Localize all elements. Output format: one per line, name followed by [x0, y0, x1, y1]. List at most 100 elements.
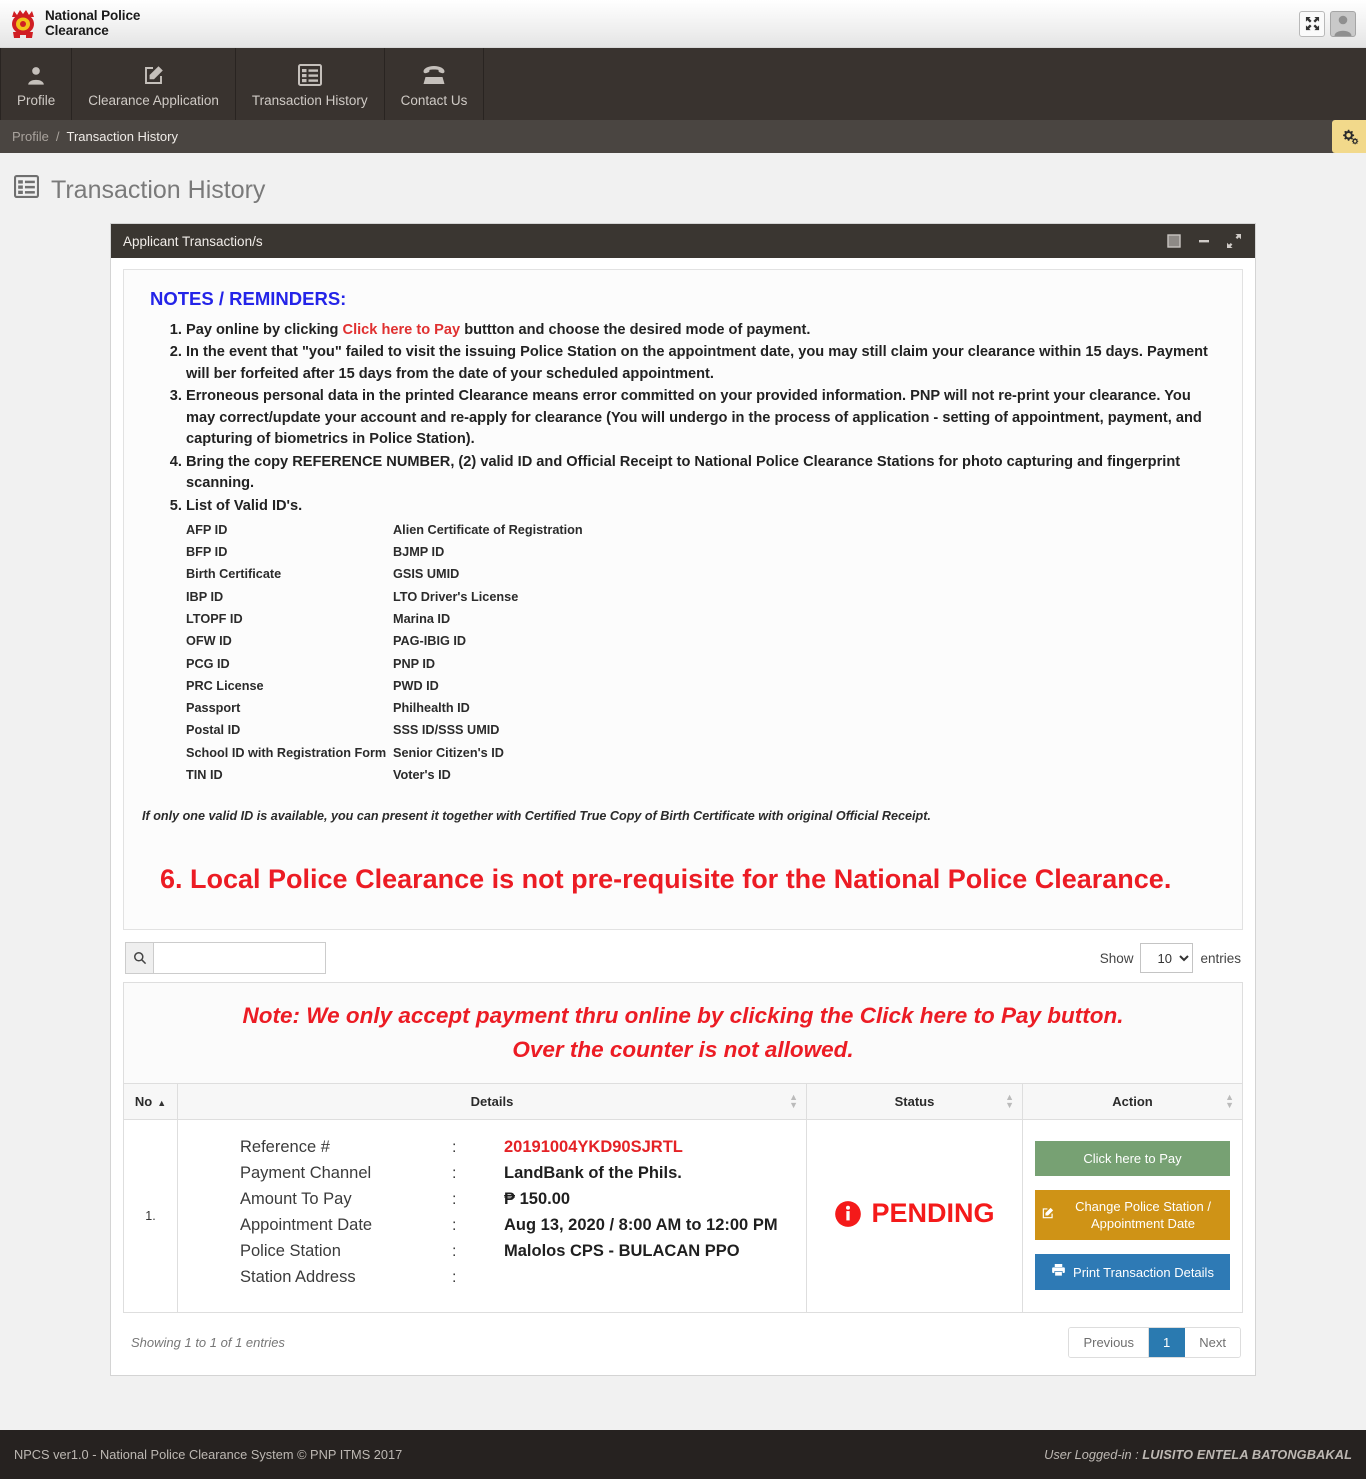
sort-ascending-icon: ▲	[157, 1097, 167, 1108]
breadcrumb-current: Transaction History	[66, 129, 178, 144]
nav-item-transaction-history[interactable]: Transaction History	[236, 48, 385, 120]
nav-item-profile[interactable]: Profile	[0, 48, 73, 120]
change-police-station-appointment-button[interactable]: Change Police Station / Appointment Date	[1035, 1189, 1230, 1241]
breadcrumb: Profile / Transaction History	[0, 120, 1366, 153]
valid-id-right: BJMP ID	[393, 545, 445, 560]
table-body: 1. Reference #: 20191004YKD90SJRTL Payment …	[123, 1118, 1243, 1313]
printer-icon	[1051, 1263, 1066, 1281]
detail-colon: :	[452, 1138, 457, 1156]
panel-header: Applicant Transaction/s	[111, 224, 1255, 258]
detail-colon: :	[452, 1190, 457, 1208]
detail-row: Police Station: Malolos CPS - BULACAN PPO	[240, 1242, 796, 1261]
note-item-2: In the event that "you" failed to visit …	[186, 342, 1212, 385]
valid-id-left: School ID with Registration Form	[186, 745, 387, 760]
row-index: 1.	[123, 1118, 178, 1313]
note-item-3: Erroneous personal data in the printed C…	[186, 386, 1212, 450]
telephone-icon	[421, 62, 447, 88]
valid-id-right: SSS ID/SSS UMID	[393, 723, 500, 738]
page-title-text: Transaction History	[51, 175, 266, 204]
pagination-previous[interactable]: Previous	[1069, 1327, 1150, 1357]
restore-square-icon[interactable]	[1159, 224, 1189, 258]
breadcrumb-root[interactable]: Profile	[12, 129, 49, 144]
expand-arrows-icon[interactable]	[1299, 10, 1325, 37]
search-box	[125, 942, 326, 975]
nav-item-clearance-application[interactable]: Clearance Application	[72, 48, 236, 120]
detail-colon: :	[452, 1268, 457, 1286]
valid-id-left: LTOPF ID	[186, 612, 243, 626]
nav-label-transaction-history: Transaction History	[251, 93, 368, 108]
panel-title: Applicant Transaction/s	[123, 233, 263, 249]
nav-item-contact-us[interactable]: Contact Us	[385, 48, 485, 120]
sort-toggle-icon: ▲ ▼	[1005, 1092, 1014, 1111]
click-here-to-pay-button[interactable]: Click here to Pay	[1035, 1140, 1230, 1176]
detail-row: Appointment Date: Aug 13, 2020 / 8:00 AM …	[240, 1216, 796, 1235]
valid-id-right: PWD ID	[393, 678, 439, 693]
valid-id-right: LTO Driver's License	[393, 589, 519, 604]
detail-label: Reference #	[240, 1137, 330, 1156]
note-5-text: List of Valid ID's.	[186, 497, 303, 514]
nav-label-profile: Profile	[17, 93, 56, 108]
change-button-label: Change Police Station / Appointment Date	[1075, 1198, 1211, 1232]
row-actions: Click here to Pay Change Police Station /…	[1022, 1118, 1243, 1313]
valid-id-list: AFP ID Alien Certificate of Registration B…	[186, 521, 1212, 785]
column-label-details: Details	[470, 1093, 514, 1109]
app-footer: NPCS ver1.0 - National Police Clearance …	[0, 1430, 1366, 1479]
panel-body: NOTES / REMINDERS: Pay online by clickin…	[111, 258, 1255, 1375]
brand-wordmark: National Police Clearance	[45, 8, 140, 38]
column-header-status[interactable]: Status ▲ ▼	[806, 1082, 1023, 1120]
footer-copyright: NPCS ver1.0 - National Police Clearance …	[14, 1447, 403, 1462]
valid-id-left: PCG ID	[186, 656, 230, 671]
user-avatar-icon[interactable]	[1330, 10, 1356, 37]
column-header-no[interactable]: No ▲	[123, 1082, 178, 1120]
page-title: Transaction History	[0, 153, 1366, 223]
valid-id-left: AFP ID	[186, 522, 228, 537]
print-transaction-details-button[interactable]: Print Transaction Details	[1035, 1254, 1230, 1291]
showing-entries-text: Showing 1 to 1 of 1 entries	[131, 1334, 285, 1350]
row-status: PENDING	[806, 1118, 1023, 1313]
valid-id-right: Voter's ID	[393, 767, 451, 782]
notes-heading: NOTES / REMINDERS:	[150, 288, 347, 309]
detail-row: Station Address:	[240, 1268, 796, 1287]
table-controls: Show 10 entries	[123, 930, 1243, 982]
detail-value: LandBank of the Phils.	[504, 1163, 682, 1182]
sort-toggle-icon: ▲ ▼	[789, 1092, 798, 1111]
detail-value: Malolos CPS - BULACAN PPO	[504, 1241, 740, 1260]
minimize-dash-icon[interactable]	[1189, 224, 1219, 258]
valid-id-right: Marina ID	[393, 612, 451, 626]
brand-bar: National Police Clearance	[0, 0, 1366, 48]
brand-logo-block[interactable]: National Police Clearance	[8, 8, 140, 40]
status-badge: PENDING	[834, 1198, 995, 1229]
nav-label-contact-us: Contact Us	[400, 93, 468, 108]
detail-row: Reference #: 20191004YKD90SJRTL	[240, 1138, 796, 1157]
column-label-no: No	[134, 1093, 153, 1109]
notes-fineprint: If only one valid ID is available, you c…	[142, 808, 931, 823]
column-header-action[interactable]: Action ▲ ▼	[1022, 1082, 1243, 1120]
page-size-select[interactable]: 10	[1140, 943, 1194, 974]
note-1-link[interactable]: Click here to Pay	[343, 322, 461, 338]
main-navigation: Profile Clearance Application Transactio…	[0, 48, 1366, 120]
pagination-page-1[interactable]: 1	[1149, 1327, 1186, 1357]
pagination-next[interactable]: Next	[1185, 1327, 1240, 1357]
footer-user-block: User Logged-in : LUISITO ENTELA BATONGBA…	[1044, 1447, 1352, 1462]
search-input[interactable]	[153, 942, 326, 975]
edit-square-icon	[142, 62, 166, 88]
user-icon	[25, 62, 47, 88]
valid-id-left: Birth Certificate	[186, 567, 282, 582]
payment-note-banner: Note: We only accept payment thru online…	[123, 982, 1243, 1083]
sort-toggle-icon: ▲ ▼	[1225, 1092, 1234, 1111]
applicant-transactions-panel: Applicant Transaction/s NOTES / REMINDER…	[110, 223, 1256, 1376]
detail-row: Payment Channel: LandBank of the Phils.	[240, 1164, 796, 1183]
valid-id-left: Postal ID	[186, 723, 241, 738]
valid-id-left: BFP ID	[186, 545, 228, 560]
detail-label: Appointment Date	[240, 1215, 373, 1234]
valid-id-right: Alien Certificate of Registration	[393, 522, 583, 537]
column-header-details[interactable]: Details ▲ ▼	[177, 1082, 807, 1120]
expand-diagonal-icon[interactable]	[1219, 224, 1249, 258]
note-1-post: buttton and choose the desired mode of p…	[460, 322, 811, 338]
valid-id-right: PAG-IBIG ID	[393, 634, 467, 649]
detail-colon: :	[452, 1216, 457, 1234]
info-circle-icon	[835, 1200, 862, 1227]
gears-icon[interactable]	[1332, 120, 1366, 153]
edit-pencil-icon	[1041, 1206, 1055, 1224]
row-details: Reference #: 20191004YKD90SJRTL Payment Ch…	[177, 1118, 807, 1313]
